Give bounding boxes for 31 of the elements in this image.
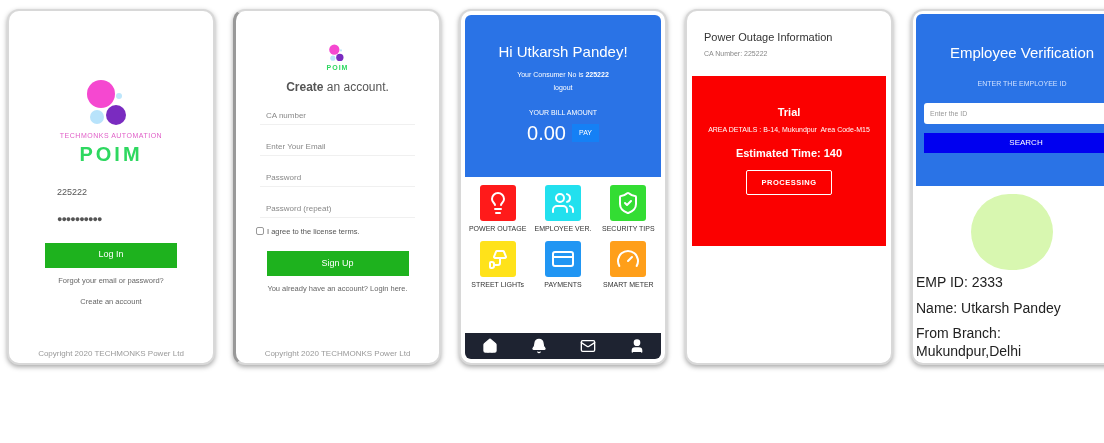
- bill-amount: 0.00: [527, 121, 566, 146]
- text-field[interactable]: CA number: [260, 107, 415, 125]
- outage-card-title: Trial: [777, 105, 801, 120]
- outage-title: Power Outage Information: [704, 30, 834, 45]
- logo-text: POIM: [79, 143, 143, 164]
- tile-button[interactable]: [479, 185, 516, 221]
- employee-branch-text: From Branch: Mukundpur,Delhi: [916, 323, 1023, 360]
- copyright-text: Copyright 2020 TECHMONKS Power Ltd: [264, 348, 411, 360]
- tile-button[interactable]: [545, 185, 581, 221]
- text-field[interactable]: Enter Your Email: [260, 138, 415, 156]
- text-field[interactable]: Password (repeat): [260, 200, 415, 218]
- mail-icon[interactable]: [579, 338, 596, 354]
- tile-button[interactable]: [610, 185, 647, 221]
- tile-button[interactable]: [545, 240, 581, 277]
- verification-title: Employee Verification: [949, 43, 1095, 63]
- tile-button[interactable]: [479, 240, 516, 277]
- estimated-time-text: Estimated Time: 140: [735, 146, 843, 161]
- tile-button[interactable]: [610, 240, 647, 277]
- greeting-title: Hi Utkarsh Pandey!: [498, 42, 628, 62]
- employee-name-text: Name: Utkarsh Pandey: [916, 298, 1062, 318]
- bell-icon[interactable]: [530, 338, 547, 354]
- search-button[interactable]: SEARCH: [924, 133, 1104, 153]
- employee-id-text: EMP ID: 2333: [916, 272, 1004, 292]
- copyright-text: Copyright 2020 TECHMONKS Power Ltd: [38, 348, 184, 360]
- text-field[interactable]: Password: [260, 169, 415, 187]
- signup-heading: Create an account.: [286, 78, 389, 96]
- people-icon: [551, 191, 575, 215]
- password-field[interactable]: ●●●●●●●●●●: [57, 213, 102, 227]
- home-icon[interactable]: [481, 338, 498, 354]
- consumer-number-value-field[interactable]: 225222: [57, 185, 88, 199]
- agree-checkbox[interactable]: [256, 227, 264, 236]
